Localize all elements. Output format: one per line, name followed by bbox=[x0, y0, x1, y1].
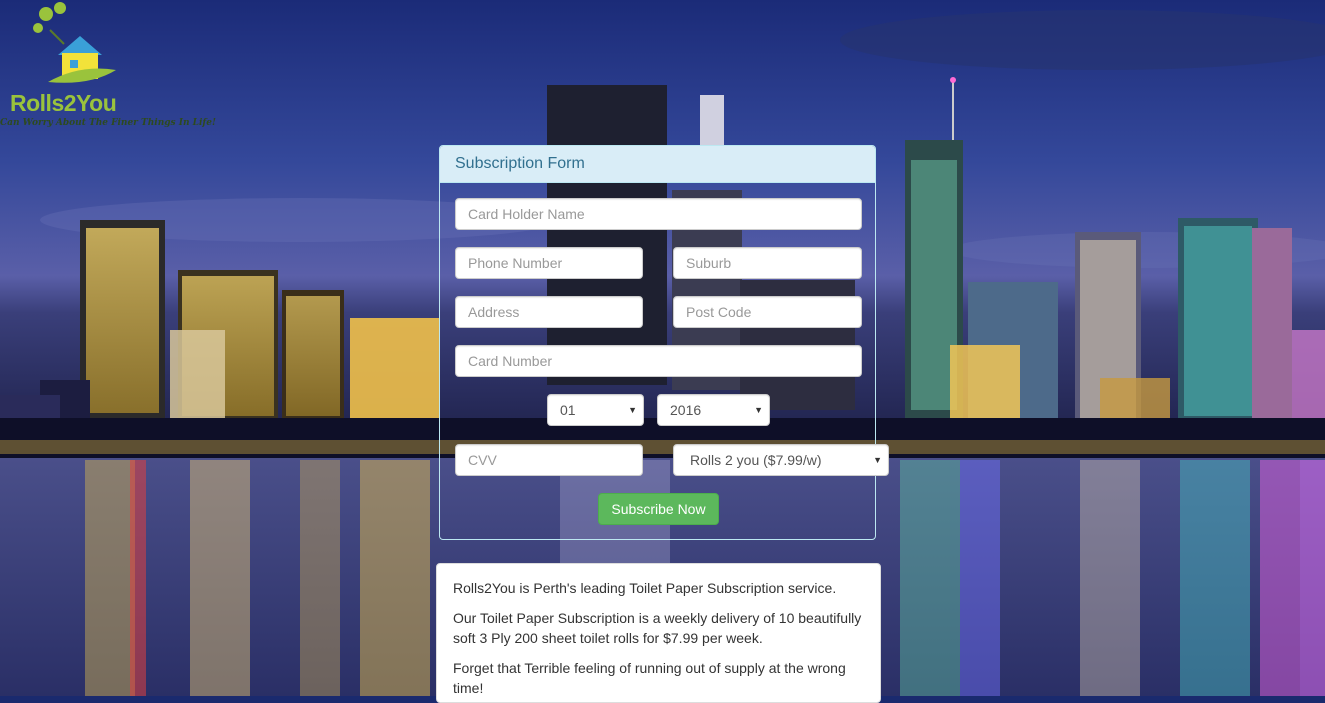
plan-value: Rolls 2 you ($7.99/w) bbox=[690, 452, 822, 468]
brand-logo[interactable]: Rolls2You Can Worry About The Finer Thin… bbox=[0, 0, 216, 140]
brand-tagline: Can Worry About The Finer Things In Life… bbox=[0, 118, 216, 128]
expiry-month-value: 01 bbox=[560, 402, 576, 418]
expiry-year-value: 2016 bbox=[670, 402, 702, 418]
expiry-month-select[interactable]: 01 ▼ bbox=[547, 394, 644, 426]
info-paragraph-3: Forget that Terrible feeling of running … bbox=[453, 660, 846, 696]
subscribe-now-button[interactable]: Subscribe Now bbox=[598, 493, 719, 525]
dropdown-arrow-icon: ▼ bbox=[628, 405, 637, 415]
post-code-input[interactable]: Post Code bbox=[673, 296, 862, 328]
cvv-input[interactable]: CVV bbox=[455, 444, 643, 476]
info-paragraph-2: Our Toilet Paper Subscription is a weekl… bbox=[453, 610, 862, 646]
info-box: Rolls2You is Perth's leading Toilet Pape… bbox=[436, 563, 881, 703]
brand-name: Rolls2You bbox=[10, 90, 117, 116]
card-number-input[interactable]: Card Number bbox=[455, 345, 862, 377]
phone-number-input[interactable]: Phone Number bbox=[455, 247, 643, 279]
dropdown-arrow-icon: ▼ bbox=[873, 455, 882, 465]
info-paragraph-1: Rolls2You is Perth's leading Toilet Pape… bbox=[453, 580, 837, 596]
house-leaf-icon bbox=[33, 2, 116, 83]
address-input[interactable]: Address bbox=[455, 296, 643, 328]
plan-select[interactable]: Rolls 2 you ($7.99/w) ▼ bbox=[673, 444, 889, 476]
expiry-year-select[interactable]: 2016 ▼ bbox=[657, 394, 770, 426]
suburb-input[interactable]: Suburb bbox=[673, 247, 862, 279]
dropdown-arrow-icon: ▼ bbox=[754, 405, 763, 415]
panel-heading: Subscription Form bbox=[440, 146, 875, 183]
card-holder-name-input[interactable]: Card Holder Name bbox=[455, 198, 862, 230]
